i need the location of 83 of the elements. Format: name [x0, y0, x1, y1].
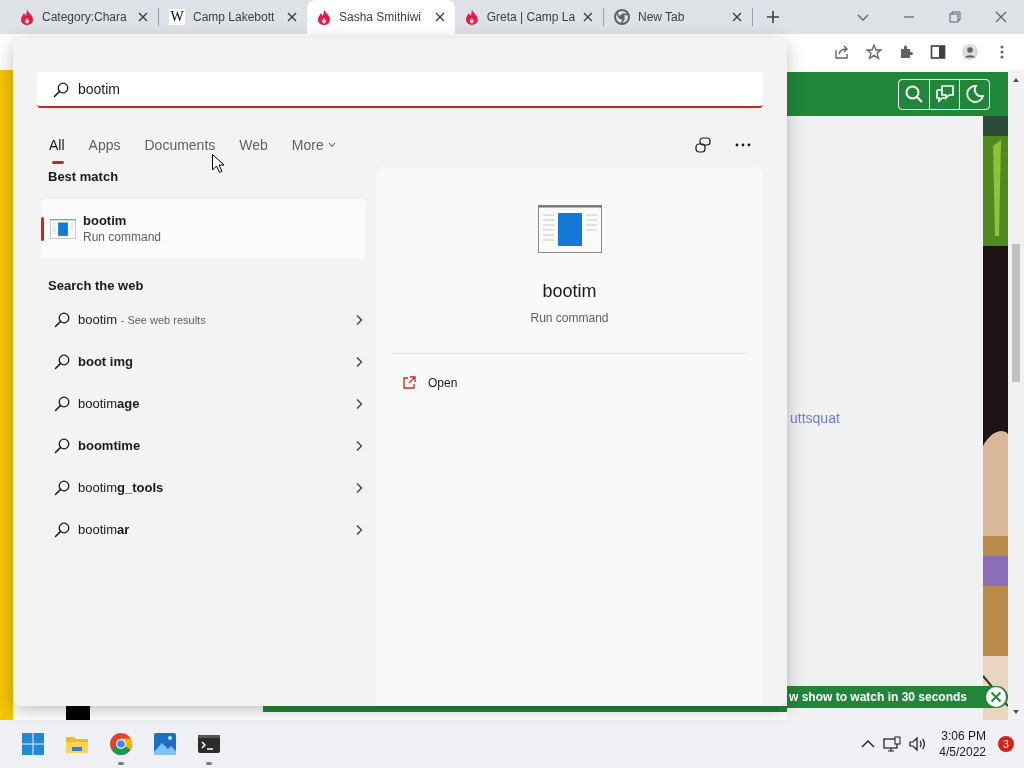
chevron-right-icon — [355, 524, 363, 536]
web-suggestion[interactable]: bootim - See web results — [37, 299, 363, 341]
terminal-icon — [197, 732, 221, 756]
restore-icon — [949, 11, 961, 23]
filter-tab[interactable]: Apps — [88, 130, 121, 160]
chevron-right-icon — [355, 398, 363, 410]
chevron-right-icon — [355, 482, 363, 494]
search-field[interactable]: bootim — [37, 72, 763, 108]
chat-bubbles-icon — [694, 137, 712, 153]
close-tab-icon[interactable] — [435, 12, 445, 22]
web-suggestion[interactable]: bootimg_tools — [37, 467, 363, 509]
web-suggestion[interactable]: boomtime — [37, 425, 363, 467]
filter-tab[interactable]: Web — [239, 130, 268, 160]
browser-tab[interactable]: Sasha Smithiwi — [307, 0, 455, 34]
web-suggestion[interactable]: bootimar — [37, 509, 363, 551]
profile-button[interactable] — [960, 42, 980, 62]
search-icon — [53, 82, 69, 98]
close-tab-icon[interactable] — [287, 12, 297, 22]
chrome-icon — [614, 9, 630, 25]
app-title: bootim — [542, 280, 597, 303]
clock[interactable]: 3:06 PM 4/5/2022 — [935, 728, 990, 760]
search-icon — [54, 522, 70, 538]
section-heading: Best match — [48, 168, 120, 186]
filter-tab[interactable]: More — [291, 130, 336, 160]
browser-tab[interactable]: W Camp Lakebott — [159, 0, 307, 34]
close-tab-icon[interactable] — [583, 12, 593, 22]
feedback-button[interactable] — [693, 135, 713, 155]
dark-mode-icon — [964, 84, 985, 104]
flame-icon — [20, 9, 34, 25]
chevron-right-icon — [355, 314, 363, 326]
notification-badge[interactable]: 3 — [998, 736, 1014, 752]
scroll-down-icon[interactable] — [1012, 708, 1020, 716]
chevron-down-icon — [327, 142, 336, 148]
volume-icon — [909, 736, 928, 752]
volume-button[interactable] — [909, 734, 928, 754]
section-heading: Search the web — [48, 276, 145, 295]
side-panel-button[interactable] — [928, 42, 948, 62]
scroll-thumb[interactable] — [1012, 244, 1020, 382]
profile-icon — [962, 44, 978, 60]
app-icon — [537, 205, 602, 253]
close-icon — [995, 11, 1007, 23]
plus-icon — [766, 10, 780, 24]
mouse-pointer-icon — [212, 154, 224, 173]
app-icon — [50, 218, 76, 239]
bookmark-icon — [866, 44, 882, 60]
windows-logo-icon — [21, 732, 45, 756]
web-suggestion[interactable]: bootimage — [37, 383, 363, 425]
web-suggestion[interactable]: boot img — [37, 341, 363, 383]
flame-icon — [465, 9, 479, 25]
search-icon — [54, 312, 70, 328]
search-icon — [54, 480, 70, 496]
flame-icon — [317, 9, 331, 25]
app-type: Run command — [530, 310, 609, 327]
chevron-right-icon — [355, 440, 363, 452]
scrollbar[interactable] — [1008, 70, 1024, 720]
search-icon — [54, 438, 70, 454]
share-icon — [834, 44, 850, 60]
browser-tab[interactable]: New Tab — [604, 0, 752, 34]
close-tab-icon[interactable] — [138, 12, 148, 22]
chevron-right-icon — [355, 356, 363, 368]
search-icon — [904, 84, 924, 104]
chrome-icon — [109, 732, 133, 756]
network-icon — [883, 736, 902, 752]
banner-text: w show to watch in 30 seconds — [789, 689, 968, 706]
side-panel-icon — [930, 44, 946, 60]
bookmark-button[interactable] — [864, 42, 884, 62]
browser-tab[interactable]: Greta | Camp La — [455, 0, 603, 34]
scroll-up-icon[interactable] — [1012, 76, 1020, 84]
more-icon — [735, 143, 751, 147]
search-icon — [54, 396, 70, 412]
network-button[interactable] — [883, 734, 902, 754]
discussions-icon — [934, 84, 955, 104]
close-circle-icon[interactable] — [986, 687, 1006, 707]
browser-tab[interactable]: Category:Chara — [10, 0, 158, 34]
best-match-item[interactable]: bootim Run command — [41, 198, 365, 259]
search-icon — [54, 354, 70, 370]
extensions-icon — [898, 44, 914, 60]
close-tab-icon[interactable] — [732, 12, 742, 22]
landscape-icon — [153, 732, 177, 756]
filter-tab[interactable]: Documents — [144, 130, 216, 160]
site-logo: W — [169, 9, 185, 25]
open-action[interactable]: Open — [402, 374, 458, 392]
external-link-icon — [402, 376, 416, 390]
